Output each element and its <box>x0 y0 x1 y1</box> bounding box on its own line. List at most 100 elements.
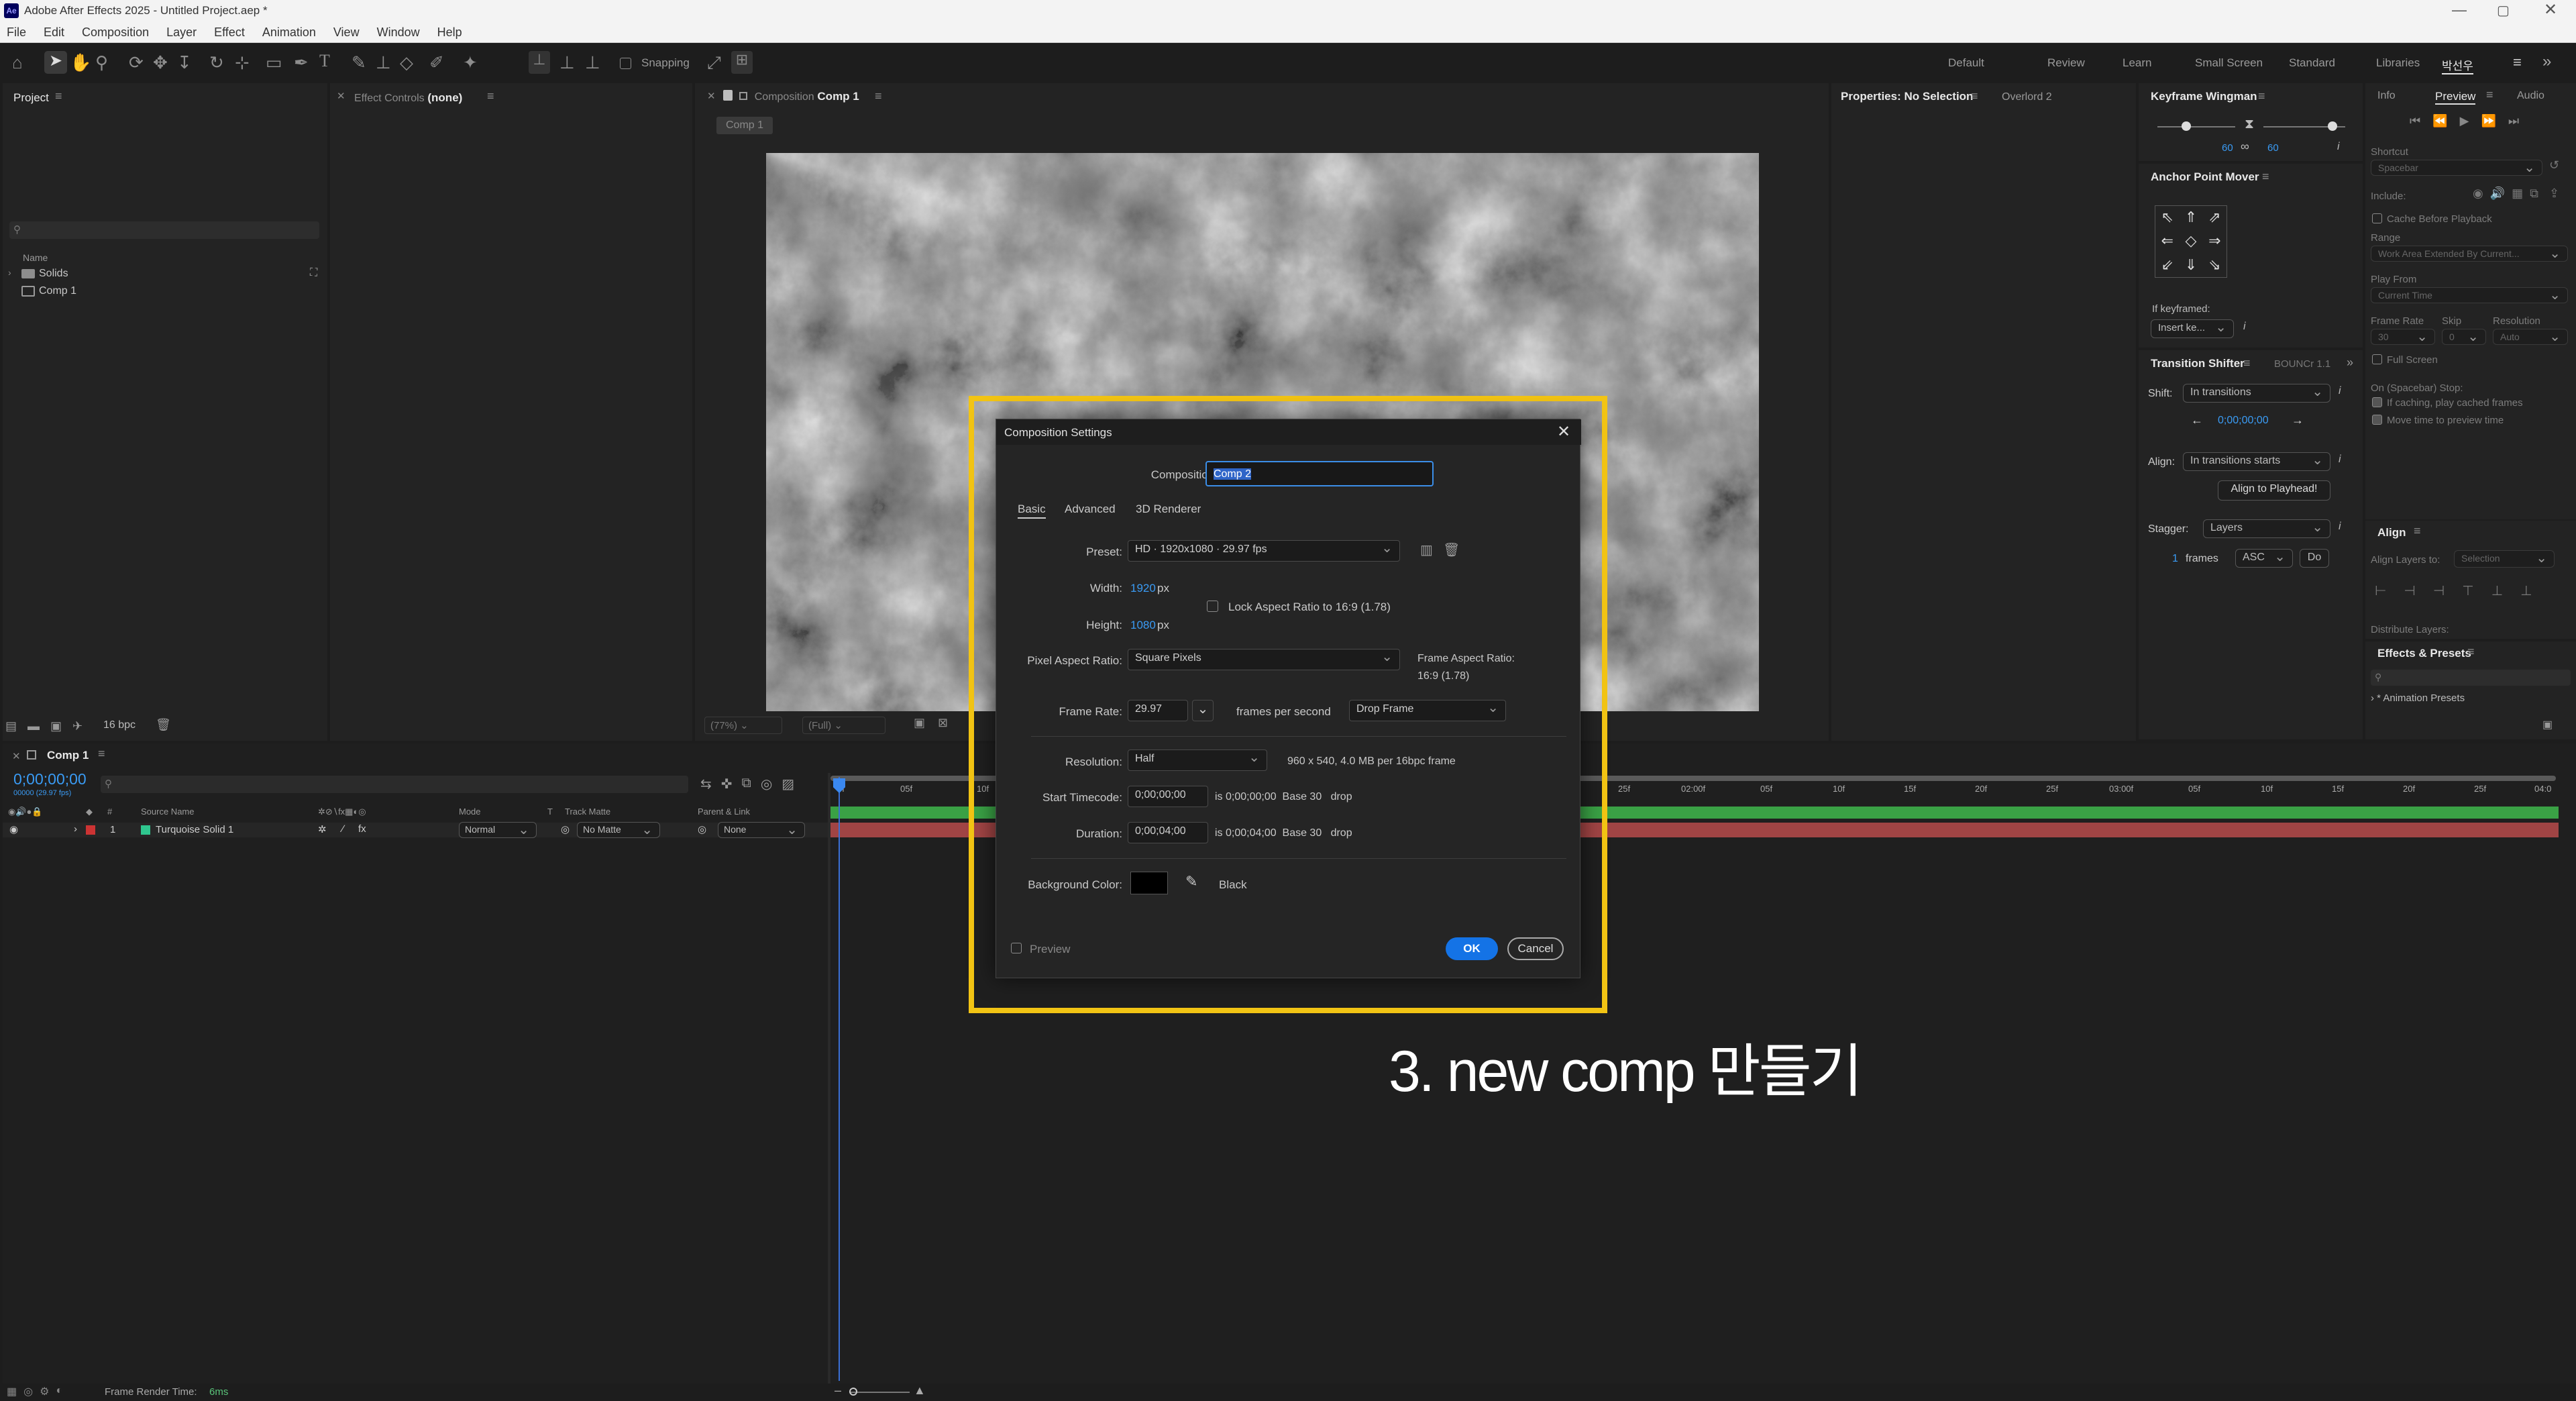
arrow-right-icon[interactable]: ⇒ <box>2203 229 2226 253</box>
layer-name[interactable]: Turquoise Solid 1 <box>156 824 233 835</box>
layer-switches-toggle-icon[interactable]: ▦ <box>7 1385 17 1398</box>
align-top-icon[interactable]: ⊤ <box>2462 582 2473 599</box>
project-item-comp1[interactable]: Comp 1 <box>8 284 323 299</box>
selection-tool-icon[interactable]: ➤ <box>44 51 67 74</box>
insert-keyframe-dropdown[interactable]: Insert ke... <box>2151 319 2234 338</box>
par-dropdown[interactable]: Square Pixels <box>1128 649 1400 670</box>
col-mode[interactable]: Mode <box>459 807 481 817</box>
play-from-dropdown[interactable]: Current Time <box>2371 287 2568 303</box>
workspace-review[interactable]: Review <box>2047 56 2123 74</box>
link-icon[interactable]: ∞ <box>2241 140 2249 154</box>
dialog-close-icon[interactable]: ✕ <box>1557 422 1570 442</box>
workspace-custom[interactable]: 박선우 <box>2442 56 2473 74</box>
timeline-tab[interactable]: Comp 1 <box>47 749 89 762</box>
align-left-icon[interactable]: ⊢ <box>2375 582 2386 599</box>
col-track-matte[interactable]: Track Matte <box>565 807 610 817</box>
playhead[interactable] <box>839 777 840 1381</box>
panel-overflow-icon[interactable]: » <box>2347 356 2353 370</box>
align-bottom-icon[interactable]: ⊥ <box>2520 582 2532 599</box>
shy-icon[interactable]: ⧉ <box>742 776 751 792</box>
info-icon[interactable]: i <box>2243 321 2246 333</box>
effects-menu-icon[interactable]: ≡ <box>2467 645 2475 658</box>
include-layer-controls-icon[interactable]: ⧉ <box>2530 187 2538 201</box>
effect-controls-menu-icon[interactable]: ≡ <box>487 90 494 102</box>
pan-tool-icon[interactable]: ✥ <box>153 54 168 71</box>
anchor-point-mover-tab[interactable]: Anchor Point Mover <box>2151 170 2259 184</box>
menu-file[interactable]: File <box>7 25 26 40</box>
draft-3d-icon[interactable]: ✜ <box>721 776 733 792</box>
anchor-tool-icon[interactable]: ⊹ <box>235 54 250 71</box>
minimize-icon[interactable]: — <box>2452 1 2467 19</box>
track-matte-dropdown[interactable]: No Matte <box>577 822 660 838</box>
menu-edit[interactable]: Edit <box>44 25 64 40</box>
brush-tool-icon[interactable]: ✎ <box>352 54 366 71</box>
include-video-icon[interactable]: ◉ <box>2473 187 2483 201</box>
menu-view[interactable]: View <box>333 25 360 40</box>
drop-frame-dropdown[interactable]: Drop Frame <box>1349 700 1506 721</box>
motion-blur-icon[interactable]: ◐ <box>56 1385 62 1398</box>
bpc-button[interactable]: 16 bpc <box>103 719 136 731</box>
start-timecode-input[interactable]: 0;00;00;00 <box>1128 786 1208 807</box>
eyedropper-icon[interactable]: ✎ <box>1185 873 1197 890</box>
workspace-overflow-icon[interactable]: » <box>2542 52 2551 71</box>
info-tab[interactable]: Info <box>2377 90 2396 102</box>
export-icon[interactable]: ⇪ <box>2549 187 2559 201</box>
region-of-interest-icon[interactable]: ▣ <box>914 717 925 729</box>
tab-basic[interactable]: Basic <box>1018 503 1046 519</box>
preset-dropdown[interactable]: HD · 1920x1080 · 29.97 fps <box>1128 540 1400 562</box>
cancel-button[interactable]: Cancel <box>1507 937 1564 960</box>
dolly-tool-icon[interactable]: ↧ <box>177 54 192 71</box>
menu-effect[interactable]: Effect <box>214 25 245 40</box>
workspace-menu-icon[interactable]: ≡ <box>2513 54 2522 71</box>
comp-flowchart-icon[interactable]: ⇆ <box>700 776 712 792</box>
info-icon[interactable]: i <box>2339 385 2341 397</box>
render-time-toggle-icon[interactable]: ⚙ <box>40 1385 49 1398</box>
animation-presets-item[interactable]: › * Animation Presets <box>2371 692 2465 704</box>
keyframe-wingman-menu-icon[interactable]: ≡ <box>2258 90 2265 102</box>
full-screen-checkbox[interactable] <box>2372 354 2382 364</box>
shift-time-value[interactable]: 0;00;00;00 <box>2218 415 2269 427</box>
align-layers-to-dropdown[interactable]: Selection <box>2454 550 2555 568</box>
align-right-icon[interactable]: ⊣ <box>2433 582 2445 599</box>
range-dropdown[interactable]: Work Area Extended By Current... <box>2371 246 2568 262</box>
parent-pickwhip-icon[interactable]: ◎ <box>698 823 706 835</box>
column-header-name[interactable]: Name <box>23 252 48 263</box>
timeline-search-input[interactable]: ⚲ <box>101 776 688 793</box>
project-menu-icon[interactable]: ≡ <box>55 90 62 102</box>
resolution-dropdown[interactable]: Half <box>1128 749 1267 771</box>
collapse-switch-icon[interactable]: ✲ <box>318 823 327 835</box>
hand-tool-icon[interactable]: ✋ <box>70 54 91 71</box>
workspace-small-screen[interactable]: Small Screen <box>2195 56 2289 74</box>
first-frame-icon[interactable]: ⏮ <box>2410 114 2420 128</box>
order-dropdown[interactable]: ASC <box>2235 549 2293 568</box>
project-item-solids[interactable]: › Solids ⛶ <box>8 267 323 282</box>
menu-window[interactable]: Window <box>377 25 420 40</box>
expand-arrow-icon[interactable]: › <box>8 267 11 278</box>
menu-composition[interactable]: Composition <box>82 25 149 40</box>
composition-menu-icon[interactable]: ≡ <box>875 90 882 102</box>
preview-tab[interactable]: Preview <box>2435 90 2476 105</box>
delete-icon[interactable]: 🗑 <box>156 718 171 732</box>
quality-switch-icon[interactable]: ∕ <box>342 823 344 835</box>
anchor-menu-icon[interactable]: ≡ <box>2262 170 2269 183</box>
clone-stamp-tool-icon[interactable]: ⊥ <box>376 54 391 71</box>
shift-dropdown[interactable]: In transitions <box>2183 384 2330 403</box>
view-axis-icon[interactable]: ⊥ <box>585 54 600 71</box>
effects-presets-tab[interactable]: Effects & Presets <box>2377 647 2471 660</box>
rotate-tool-icon[interactable]: ↻ <box>209 54 224 71</box>
resolution-dropdown[interactable]: (Full) ⌄ <box>802 717 885 734</box>
rectangle-tool-icon[interactable]: ▭ <box>266 54 282 71</box>
timeline-menu-icon[interactable]: ≡ <box>98 747 105 760</box>
do-button[interactable]: Do <box>2300 549 2329 568</box>
align-v-center-icon[interactable]: ⊥ <box>2491 582 2503 599</box>
cache-checkbox[interactable] <box>2372 213 2382 223</box>
workspace-libraries[interactable]: Libraries <box>2376 56 2442 74</box>
width-value[interactable]: 1920 <box>1130 582 1156 595</box>
keyframe-wingman-tab[interactable]: Keyframe Wingman <box>2151 90 2257 103</box>
zoom-out-icon[interactable]: ‒ <box>835 1384 841 1398</box>
workspace-standard[interactable]: Standard <box>2289 56 2376 74</box>
composition-tab[interactable]: Composition Comp 1 <box>739 90 859 103</box>
if-caching-checkbox[interactable] <box>2372 397 2382 407</box>
workspace-learn[interactable]: Learn <box>2123 56 2195 74</box>
align-to-playhead-button[interactable]: Align to Playhead! <box>2218 480 2330 501</box>
